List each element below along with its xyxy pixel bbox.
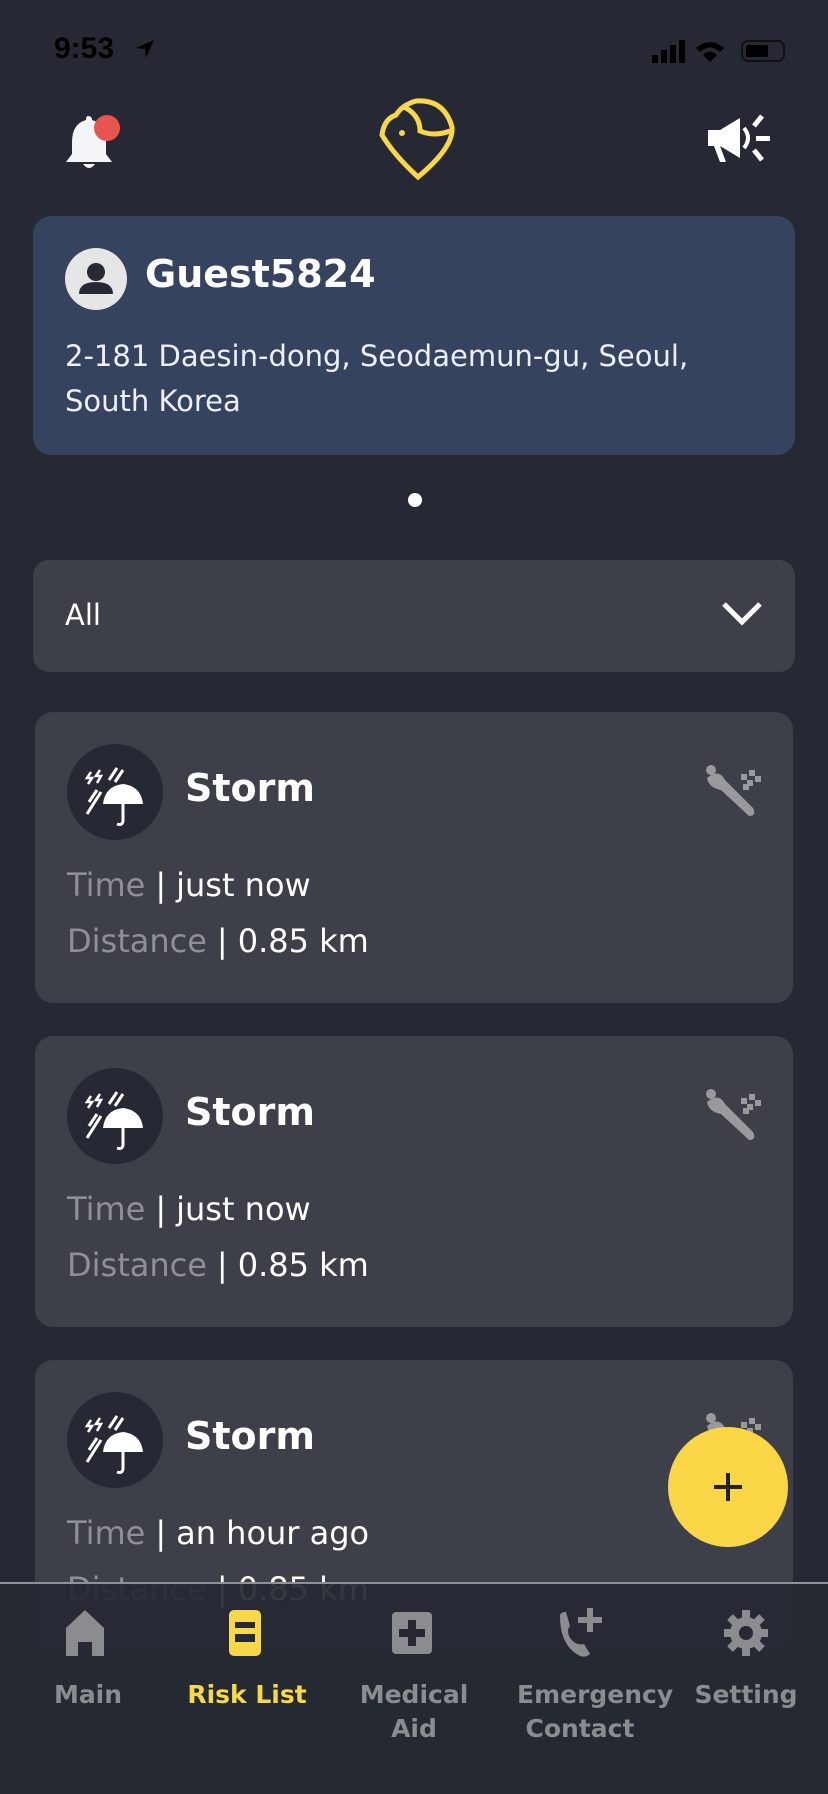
filter-value: All <box>65 598 101 632</box>
satellite-source <box>703 764 763 824</box>
storm-icon <box>84 1091 143 1150</box>
bird-pin-logo <box>379 98 455 181</box>
phone-add-icon <box>560 1608 602 1657</box>
risk-card[interactable]: Storm Time | just now Distance | 0.85 km <box>35 712 793 1003</box>
time-row: Time | just now <box>67 866 311 904</box>
distance-value: 0.85 km <box>237 922 369 960</box>
satellite-icon <box>706 1089 761 1140</box>
bottom-nav: Main Risk List Medical Aid Emergency Contac… <box>0 1582 828 1794</box>
tab-setting[interactable]: Setting <box>663 1584 828 1712</box>
tab-label: Setting <box>694 1680 798 1709</box>
medical-icon <box>392 1612 432 1654</box>
list-icon <box>229 1610 261 1656</box>
tab-emergency-contact[interactable]: Emergency Contact <box>497 1584 674 1746</box>
tab-medical-aid[interactable]: Medical Aid <box>331 1584 497 1746</box>
time-value: just now <box>176 866 311 904</box>
time-value: just now <box>176 1190 311 1228</box>
storm-icon <box>84 767 143 826</box>
page-indicator-dot <box>408 493 422 507</box>
plus-icon <box>714 1473 742 1501</box>
distance-row: Distance|0.85 km <box>67 922 369 960</box>
notification-badge <box>94 115 120 141</box>
profile-card[interactable]: Guest5824 2-181 Daesin-dong, Seodaemun-g… <box>33 216 795 455</box>
add-risk-button[interactable] <box>668 1427 788 1547</box>
distance-label: Distance <box>67 1246 207 1284</box>
announcements-button[interactable] <box>706 112 772 170</box>
risk-title: Storm <box>185 1414 315 1458</box>
storm-icon-badge <box>67 1392 163 1488</box>
time-label: Time <box>67 1514 146 1552</box>
gear-icon <box>724 1610 768 1656</box>
tab-label: Emergency Contact <box>517 1680 674 1743</box>
tab-label: Medical Aid <box>359 1680 469 1743</box>
person-icon <box>79 263 113 294</box>
tab-risk-list[interactable]: Risk List <box>164 1584 330 1712</box>
username: Guest5824 <box>145 252 376 296</box>
satellite-icon <box>706 765 761 816</box>
time-row: Time | an hour ago <box>67 1514 370 1552</box>
storm-icon-badge <box>67 744 163 840</box>
status-time: 9:53 <box>54 32 115 65</box>
tab-label: Risk List <box>187 1680 307 1709</box>
storm-icon-badge <box>67 1068 163 1164</box>
time-label: Time <box>67 1190 146 1228</box>
chevron-down-icon <box>722 602 762 626</box>
risk-filter-dropdown[interactable]: All <box>33 560 795 672</box>
bell-icon <box>66 115 120 168</box>
address: 2-181 Daesin-dong, Seodaemun-gu, Seoul, … <box>65 339 689 418</box>
home-icon <box>66 1610 104 1656</box>
risk-title: Storm <box>185 766 315 810</box>
location-arrow-icon <box>136 40 154 58</box>
risk-title: Storm <box>185 1090 315 1134</box>
tab-main[interactable]: Main <box>5 1584 171 1712</box>
risk-card[interactable]: Storm Time | just now Distance | 0.85 km <box>35 1036 793 1327</box>
status-icons <box>652 40 785 63</box>
notifications-button[interactable] <box>62 112 126 172</box>
distance-row: Distance|0.85 km <box>67 1246 369 1284</box>
distance-label: Distance <box>67 922 207 960</box>
distance-value: 0.85 km <box>237 1246 369 1284</box>
time-row: Time | just now <box>67 1190 311 1228</box>
megaphone-icon <box>708 114 770 162</box>
time-value: an hour ago <box>176 1514 370 1552</box>
time-label: Time <box>67 866 146 904</box>
tab-label: Main <box>53 1680 123 1709</box>
storm-icon <box>84 1415 143 1474</box>
avatar <box>65 248 127 310</box>
satellite-source <box>703 1088 763 1148</box>
